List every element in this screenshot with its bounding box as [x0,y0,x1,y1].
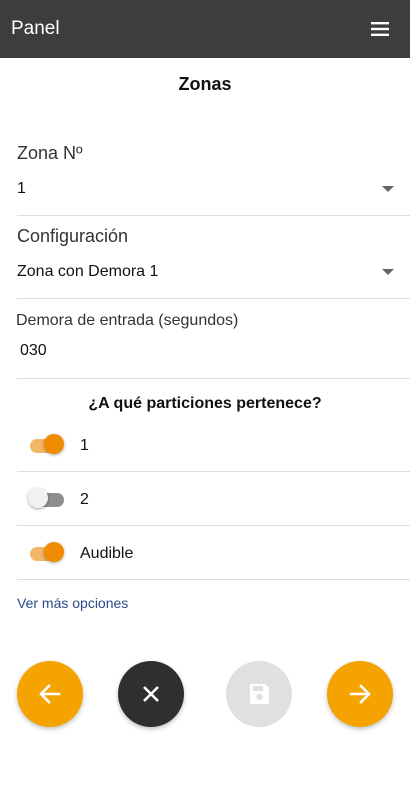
dropdown-arrow-icon [382,186,394,192]
dropdown-arrow-icon [382,269,394,275]
audible-row: Audible [17,542,410,596]
next-button[interactable] [327,661,393,727]
toggle-thumb [44,542,64,562]
save-button[interactable] [226,661,292,727]
toggle-thumb [44,434,64,454]
partition-2-label: 2 [80,491,89,508]
divider [17,298,410,299]
close-icon [143,686,159,702]
configuration-label: Configuración [17,226,129,246]
menu-icon [371,22,389,36]
toggle-thumb [28,488,48,508]
entry-delay-label: Demora de entrada (segundos) [16,312,239,329]
partitions-title: ¿A qué particiones pertenece? [88,395,322,412]
audible-label: Audible [80,545,134,562]
zone-number-select[interactable]: 1 [17,176,410,206]
cancel-button[interactable] [118,661,184,727]
page-title: Zonas [178,74,232,94]
menu-button[interactable] [366,17,394,41]
configuration-value: Zona con Demora 1 [17,263,159,280]
arrow-right-icon [349,684,371,704]
partition-row-1: 1 [17,434,410,488]
divider [17,579,410,580]
partition-1-toggle[interactable] [30,434,66,458]
zone-number-label: Zona Nº [17,143,83,163]
app-title: Panel [11,18,60,39]
divider [17,471,410,472]
divider [17,378,410,379]
configuration-select[interactable]: Zona con Demora 1 [17,259,410,289]
app-bar: Panel [0,0,410,58]
divider [17,215,410,216]
floppy-disk-icon [250,684,269,704]
arrow-left-icon [39,684,61,704]
more-options-link[interactable]: Ver más opciones [17,595,128,611]
audible-toggle[interactable] [30,542,66,566]
entry-delay-input[interactable] [17,337,397,365]
partition-2-toggle[interactable] [28,488,66,512]
divider [17,525,410,526]
previous-button[interactable] [17,661,83,727]
partition-1-label: 1 [80,437,89,454]
zone-number-value: 1 [17,180,26,197]
partition-row-2: 2 [17,488,410,542]
